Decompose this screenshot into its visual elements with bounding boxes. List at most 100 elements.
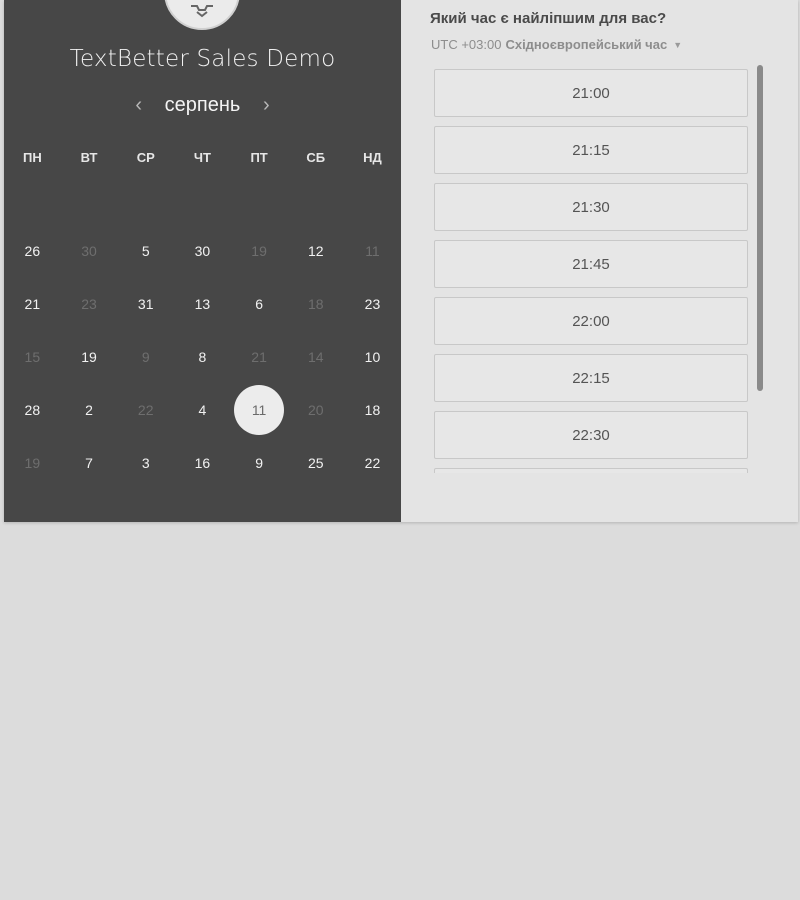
time-question: Який час є найліпшим для вас? [430,10,667,27]
time-slot-button[interactable]: 21:30 [434,183,748,231]
calendar-day: 11 [365,242,380,259]
time-panel: Який час є найліпшим для вас? UTC +03:00… [401,0,798,522]
month-label: серпень [164,93,241,116]
calendar-day[interactable]: 19 [81,349,97,365]
calendar-week-row: 28 2 22 4 11 20 18 [4,383,401,436]
calendar-day-cell: 23 [61,277,118,330]
timezone-selector[interactable]: UTC +03:00 Східноєвропейський час ▼ [431,37,682,52]
calendar-day-cell[interactable]: 18 [344,383,401,436]
calendar-day[interactable]: 13 [195,296,211,312]
calendar-day[interactable]: 21 [25,296,41,312]
calendar-day-cell[interactable]: 26 [4,224,61,277]
calendar-day[interactable]: 10 [365,349,381,365]
calendar-day[interactable]: 12 [308,243,324,259]
calendar-day-cell: 30 [61,224,118,277]
calendar-day-cell[interactable]: 28 [4,383,61,436]
calendar-day-cell[interactable]: 25 [287,436,344,489]
calendar-day[interactable]: 2 [85,402,93,418]
calendar-day-cell[interactable]: 31 [117,277,174,330]
calendar-day-cell: 18 [287,277,344,330]
calendar-day-cell[interactable]: 2 [61,383,118,436]
calendar-day: 22 [137,401,154,418]
selected-day[interactable]: 11 [234,384,285,435]
weekday-label: НД [363,150,382,165]
calendar-day-cell[interactable]: 22 [344,436,401,489]
calendar-day-cell: 19 [4,436,61,489]
calendar-day-cell: 9 [117,330,174,383]
time-slot-button[interactable]: 21:00 [434,69,748,117]
weekday-header: ПН ВТ СР ЧТ ПТ СБ НД [4,150,401,165]
calendar-day: 21 [251,348,267,365]
calendar-day: 18 [307,295,324,312]
weekday-label: ПН [22,150,42,165]
weekday-label: ВТ [80,150,98,165]
calendar-day[interactable]: 18 [365,402,381,418]
calendar-day[interactable]: 31 [138,296,154,312]
calendar-panel: TextBetter Sales Demo ‹ серпень › ПН ВТ … [4,0,401,522]
calendar-day-cell: 15 [4,330,61,383]
calendar-day: 14 [307,348,324,365]
calendar-day-cell[interactable]: 10 [344,330,401,383]
calendar-day-cell[interactable]: 12 [287,224,344,277]
timezone-name: Східноєвропейський час [505,37,668,52]
next-month-icon[interactable]: › [256,94,276,117]
caret-down-icon: ▼ [673,39,683,50]
calendar-day-cell[interactable]: 16 [174,436,231,489]
time-slot-button[interactable]: 21:45 [434,240,748,288]
calendar-day-cell[interactable]: 4 [174,383,231,436]
weekday-label: ЧТ [193,150,211,165]
calendar-day[interactable]: 3 [142,455,150,471]
calendar-day[interactable]: 22 [365,455,381,471]
timezone-offset: UTC +03:00 [431,37,502,52]
calendar-day-cell: 20 [287,383,344,436]
company-logo [164,0,240,30]
calendar-day-cell[interactable]: 13 [174,277,231,330]
calendar-day[interactable]: 16 [195,455,211,471]
calendar-day[interactable]: 30 [195,243,211,259]
calendar-day[interactable]: 23 [365,296,381,312]
calendar-day-cell[interactable]: 9 [231,436,288,489]
time-slot-button[interactable]: 22:15 [434,354,748,402]
month-navigation: ‹ серпень › [4,90,401,120]
calendar-day-cell[interactable]: 3 [117,436,174,489]
calendar-week-row: 15 19 9 8 21 14 10 [4,330,401,383]
scrollbar[interactable] [757,65,763,391]
calendar-day-cell[interactable]: 21 [4,277,61,330]
calendar-day-cell[interactable]: 7 [61,436,118,489]
time-slot-button[interactable]: 22:00 [434,297,748,345]
calendar-day-cell: 11 [344,224,401,277]
calendar-day[interactable]: 8 [199,349,207,365]
calendar-day[interactable]: 25 [308,455,324,471]
calendar-day-cell[interactable]: 11 [231,383,288,436]
calendar-day-cell[interactable]: 6 [231,277,288,330]
calendar-day[interactable]: 6 [255,296,263,312]
calendar-day-cell[interactable]: 5 [117,224,174,277]
calendar-day[interactable]: 9 [255,455,263,471]
calendar-day-cell[interactable]: 8 [174,330,231,383]
calendar-day-cell: 19 [231,224,288,277]
weekday-label: ПТ [250,150,268,165]
weekday-label: СР [136,150,155,165]
calendar-day-cell: 21 [231,330,288,383]
calendar-day[interactable]: 5 [142,243,150,259]
calendar-day: 15 [24,348,41,365]
calendar-day[interactable]: 26 [25,243,41,259]
time-slot-button[interactable]: 22:30 [434,411,748,459]
time-slot-button[interactable]: 21:15 [434,126,748,174]
calendar-grid: 26 30 5 30 19 12 11 21 23 31 13 6 18 23 15 19 9 8 21 14 10 28… [4,224,401,489]
event-title: TextBetter Sales Demo [69,46,336,72]
time-slot-button[interactable] [434,468,748,473]
calendar-day: 23 [81,295,97,312]
calendar-week-row: 21 23 31 13 6 18 23 [4,277,401,330]
calendar-day-cell[interactable]: 23 [344,277,401,330]
calendar-day[interactable]: 7 [85,455,93,471]
calendar-day-cell[interactable]: 30 [174,224,231,277]
prev-month-icon[interactable]: ‹ [129,94,149,117]
weekday-label: СБ [306,150,326,165]
calendar-day[interactable]: 4 [199,402,207,418]
calendar-day: 20 [307,401,324,418]
calendar-day-cell[interactable]: 19 [61,330,118,383]
calendar-day: 30 [81,242,97,259]
calendar-day[interactable]: 28 [25,402,41,418]
calendar-week-row: 19 7 3 16 9 25 22 [4,436,401,489]
